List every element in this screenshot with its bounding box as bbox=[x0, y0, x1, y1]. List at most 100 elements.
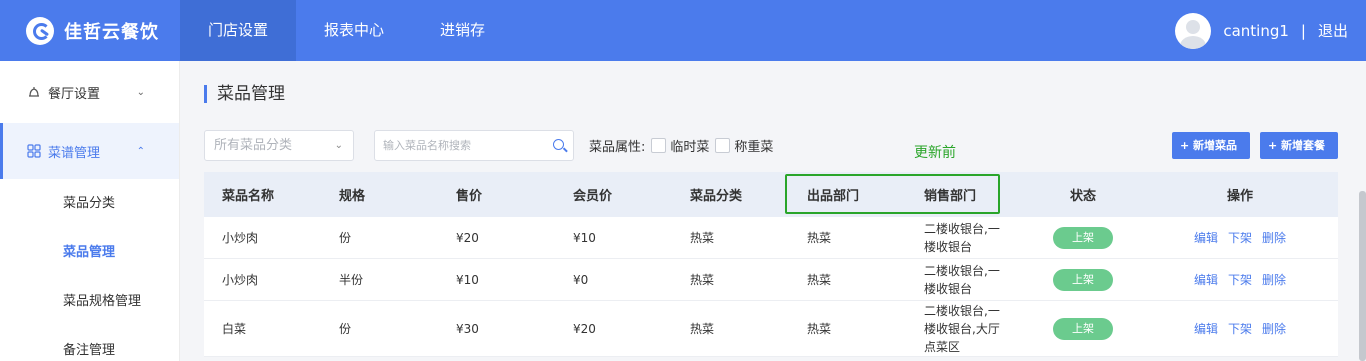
cell-spec: 半份 bbox=[339, 273, 364, 287]
bell-icon bbox=[26, 84, 42, 100]
cell-sales-dept: 二楼收银台,一 楼收银台 bbox=[906, 220, 1024, 256]
logout-link[interactable]: 退出 bbox=[1318, 20, 1348, 41]
cell-category: 热菜 bbox=[690, 231, 715, 245]
nav-store-settings[interactable]: 门店设置 bbox=[180, 0, 297, 61]
sidebar-group-menu-management[interactable]: 菜谱管理 ⌃ bbox=[0, 123, 179, 179]
cell-sales-dept: 二楼收银台,一 楼收银台 bbox=[906, 262, 1024, 298]
unlist-link[interactable]: 下架 bbox=[1228, 231, 1252, 245]
top-nav: 门店设置 报表中心 进销存 bbox=[180, 0, 513, 61]
dish-attr-label: 菜品属性: bbox=[589, 140, 646, 155]
sales-dept-line: 楼收银台 bbox=[924, 281, 973, 296]
dish-table: 菜品名称 规格 售价 会员价 菜品分类 出品部门 销售部门 状态 操作 小炒肉 … bbox=[204, 172, 1338, 357]
logo-text: 佳哲云餐饮 bbox=[64, 22, 159, 43]
add-dish-button[interactable]: + 新增菜品 bbox=[1172, 132, 1250, 159]
avatar[interactable] bbox=[1175, 12, 1212, 49]
cell-operations: 编辑 下架 删除 bbox=[1142, 320, 1338, 337]
logo-icon bbox=[26, 17, 54, 45]
table-row: 小炒肉 半份 ¥10 ¥0 热菜 热菜 二楼收银台,一 楼收银台 上架 编辑 下架… bbox=[204, 259, 1338, 301]
table-row: 小炒肉 份 ¥20 ¥10 热菜 热菜 二楼收银台,一 楼收银台 上架 编辑 下架… bbox=[204, 217, 1338, 259]
sales-dept-line: 点菜区 bbox=[924, 339, 961, 354]
sales-dept-line: 楼收银台,大厅 bbox=[924, 321, 1000, 336]
cell-dish-name: 小炒肉 bbox=[222, 273, 259, 287]
cell-status: 上架 bbox=[1024, 317, 1142, 340]
add-set-meal-button[interactable]: + 新增套餐 bbox=[1260, 132, 1338, 159]
search-input[interactable] bbox=[375, 131, 540, 160]
sidebar-item-dish-category[interactable]: 菜品分类 bbox=[0, 179, 179, 228]
header-output-dept: 出品部门 bbox=[807, 189, 860, 204]
cell-member-price: ¥10 bbox=[573, 230, 596, 245]
annotation-label: 更新前 bbox=[914, 145, 956, 161]
status-badge: 上架 bbox=[1053, 268, 1113, 291]
sidebar-item-dish-management[interactable]: 菜品管理 bbox=[0, 228, 179, 277]
cell-output-dept: 热菜 bbox=[807, 273, 832, 287]
status-badge: 上架 bbox=[1053, 226, 1113, 249]
delete-link[interactable]: 删除 bbox=[1262, 231, 1286, 245]
cell-sales-dept: 二楼收银台,一 楼收银台,大厅 点菜区 bbox=[906, 302, 1024, 356]
scrollbar[interactable] bbox=[1359, 191, 1366, 361]
logo[interactable]: 佳哲云餐饮 bbox=[26, 14, 159, 48]
sales-dept-line: 楼收银台 bbox=[924, 239, 973, 254]
top-bar: 佳哲云餐饮 门店设置 报表中心 进销存 canting1 | 退出 bbox=[0, 0, 1366, 61]
cell-price: ¥10 bbox=[456, 272, 479, 287]
delete-link[interactable]: 删除 bbox=[1262, 322, 1286, 336]
grid-icon bbox=[26, 143, 42, 159]
sidebar-item-dish-spec-management[interactable]: 菜品规格管理 bbox=[0, 277, 179, 326]
temp-dish-checkbox[interactable] bbox=[651, 138, 667, 153]
cell-operations: 编辑 下架 删除 bbox=[1142, 271, 1338, 288]
cell-price: ¥30 bbox=[456, 321, 479, 336]
table-row: 白菜 份 ¥30 ¥20 热菜 热菜 二楼收银台,一 楼收银台,大厅 点菜区 上… bbox=[204, 301, 1338, 357]
cell-spec: 份 bbox=[339, 322, 352, 336]
header-status: 状态 bbox=[1069, 189, 1096, 204]
sales-dept-line: 二楼收银台,一 bbox=[924, 263, 1000, 278]
header-dish-name: 菜品名称 bbox=[222, 189, 275, 204]
user-separator: | bbox=[1300, 21, 1306, 40]
nav-report-center[interactable]: 报表中心 bbox=[296, 0, 412, 61]
sidebar-item-remark-management[interactable]: 备注管理 bbox=[0, 326, 179, 361]
weighed-dish-label: 称重菜 bbox=[734, 140, 774, 155]
sidebar-group-label: 餐厅设置 bbox=[48, 86, 101, 102]
cell-category: 热菜 bbox=[690, 322, 715, 336]
unlist-link[interactable]: 下架 bbox=[1228, 273, 1252, 287]
header-operations: 操作 bbox=[1226, 189, 1253, 204]
temp-dish-label: 临时菜 bbox=[670, 140, 710, 155]
chevron-up-icon: ⌃ bbox=[136, 145, 145, 157]
cell-output-dept: 热菜 bbox=[807, 231, 832, 245]
page-title: 菜品管理 bbox=[204, 85, 285, 103]
username[interactable]: canting1 bbox=[1223, 22, 1289, 40]
search-box bbox=[374, 130, 574, 161]
sidebar-group-label: 菜谱管理 bbox=[48, 145, 101, 161]
edit-link[interactable]: 编辑 bbox=[1194, 273, 1218, 287]
sales-dept-line: 二楼收银台,一 bbox=[924, 303, 1000, 318]
cell-dish-name: 白菜 bbox=[222, 322, 247, 336]
main-content: 菜品管理 所有菜品分类 ⌄ 菜品属性: 临时菜 称重菜 更新前 + 新增菜品 +… bbox=[181, 61, 1366, 361]
category-select[interactable]: 所有菜品分类 ⌄ bbox=[204, 130, 354, 161]
search-icon[interactable] bbox=[553, 139, 564, 150]
chevron-down-icon: ⌄ bbox=[136, 86, 145, 98]
cell-dish-name: 小炒肉 bbox=[222, 231, 259, 245]
header-member-price: 会员价 bbox=[573, 189, 613, 204]
cell-status: 上架 bbox=[1024, 268, 1142, 291]
sidebar: 餐厅设置 ⌄ 菜谱管理 ⌃ 菜品分类 菜品管理 菜品规格管理 备注管理 bbox=[0, 61, 180, 361]
table-header: 菜品名称 规格 售价 会员价 菜品分类 出品部门 销售部门 状态 操作 bbox=[204, 172, 1338, 217]
header-spec: 规格 bbox=[339, 189, 366, 204]
cell-member-price: ¥0 bbox=[573, 272, 589, 287]
edit-link[interactable]: 编辑 bbox=[1194, 231, 1218, 245]
status-badge: 上架 bbox=[1053, 317, 1113, 340]
cell-member-price: ¥20 bbox=[573, 321, 596, 336]
cell-operations: 编辑 下架 删除 bbox=[1142, 229, 1338, 246]
cell-output-dept: 热菜 bbox=[807, 322, 832, 336]
cell-category: 热菜 bbox=[690, 273, 715, 287]
edit-link[interactable]: 编辑 bbox=[1194, 322, 1218, 336]
delete-link[interactable]: 删除 bbox=[1262, 273, 1286, 287]
dish-attr-filter: 菜品属性: 临时菜 称重菜 bbox=[589, 130, 773, 161]
user-area: canting1 | 退出 bbox=[1175, 0, 1348, 61]
unlist-link[interactable]: 下架 bbox=[1228, 322, 1252, 336]
cell-spec: 份 bbox=[339, 231, 352, 245]
header-price: 售价 bbox=[456, 189, 483, 204]
cell-status: 上架 bbox=[1024, 226, 1142, 249]
weighed-dish-checkbox[interactable] bbox=[715, 138, 731, 153]
header-category: 菜品分类 bbox=[690, 189, 743, 204]
nav-inventory[interactable]: 进销存 bbox=[412, 0, 513, 61]
chevron-down-icon: ⌄ bbox=[334, 140, 343, 151]
sidebar-group-restaurant-settings[interactable]: 餐厅设置 ⌄ bbox=[0, 64, 179, 120]
